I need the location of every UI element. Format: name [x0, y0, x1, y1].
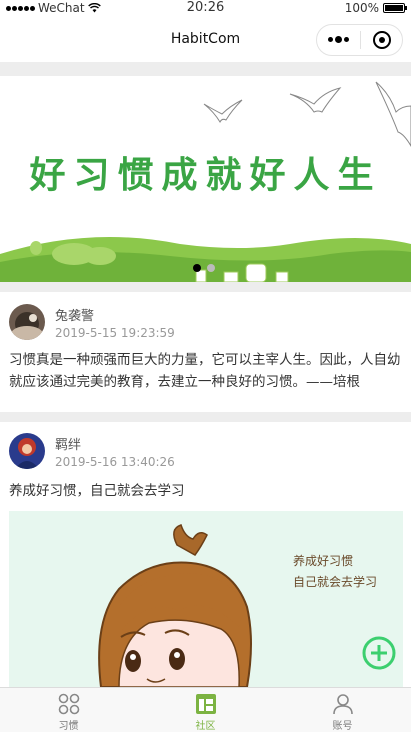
post-card[interactable]: 兔袭警 2019-5-15 19:23:59 习惯真是一种顽强而巨大的力量，它可… — [0, 292, 411, 412]
image-caption: 养成好习惯 自己就会去学习 — [293, 551, 377, 593]
nav-bar: HabitCom — [0, 18, 411, 62]
image-caption-line: 自己就会去学习 — [293, 575, 378, 589]
post-content: 养成好习惯，自己就会去学习 — [9, 483, 185, 499]
avatar[interactable] — [9, 304, 45, 340]
tab-label: 社区 — [195, 721, 216, 732]
close-miniprogram-button[interactable] — [361, 31, 402, 49]
carousel-dot[interactable] — [207, 264, 215, 272]
habit-grid-icon — [58, 693, 79, 715]
tab-account[interactable]: 账号 — [274, 688, 411, 732]
tab-label: 账号 — [332, 721, 353, 732]
cartoon-girl-illustration — [98, 524, 252, 687]
miniprogram-capsule — [316, 24, 403, 56]
divider — [0, 282, 411, 292]
divider — [0, 412, 411, 422]
carousel-dot-active[interactable] — [193, 264, 201, 272]
post-time: 2019-5-15 19:23:59 — [55, 326, 175, 340]
image-caption-line: 养成好习惯 — [293, 554, 354, 568]
avatar[interactable] — [9, 433, 45, 469]
battery-group: 100% — [344, 1, 407, 15]
tab-label: 习惯 — [58, 721, 79, 732]
post-author: 兔袭警 — [55, 309, 95, 324]
banner-carousel[interactable]: 好习惯成就好人生 — [0, 76, 411, 282]
battery-icon — [383, 3, 407, 13]
community-icon — [195, 694, 216, 714]
carousel-indicator — [193, 264, 215, 272]
add-post-button[interactable] — [362, 636, 396, 670]
tab-habits[interactable]: 习惯 — [0, 688, 137, 732]
account-icon — [332, 694, 353, 715]
post-time: 2019-5-16 13:40:26 — [55, 455, 175, 469]
target-icon — [372, 31, 391, 49]
tab-community[interactable]: 社区 — [137, 688, 274, 732]
divider — [0, 62, 411, 76]
battery-percent: 100% — [344, 1, 379, 15]
post-image[interactable]: 养成好习惯 自己就会去学习 — [9, 511, 403, 687]
tab-bar: 习惯 社区 账号 — [0, 687, 411, 732]
status-bar: WeChat 20:26 100% — [0, 0, 411, 18]
more-menu-icon[interactable] — [317, 36, 360, 43]
banner-slogan: 好习惯成就好人生 — [29, 155, 382, 196]
post-content: 习惯真是一种顽强而巨大的力量，它可以主宰人生。因此，人自幼就应该通过完美的教育，… — [9, 352, 401, 390]
post-author: 羁绊 — [55, 438, 82, 453]
